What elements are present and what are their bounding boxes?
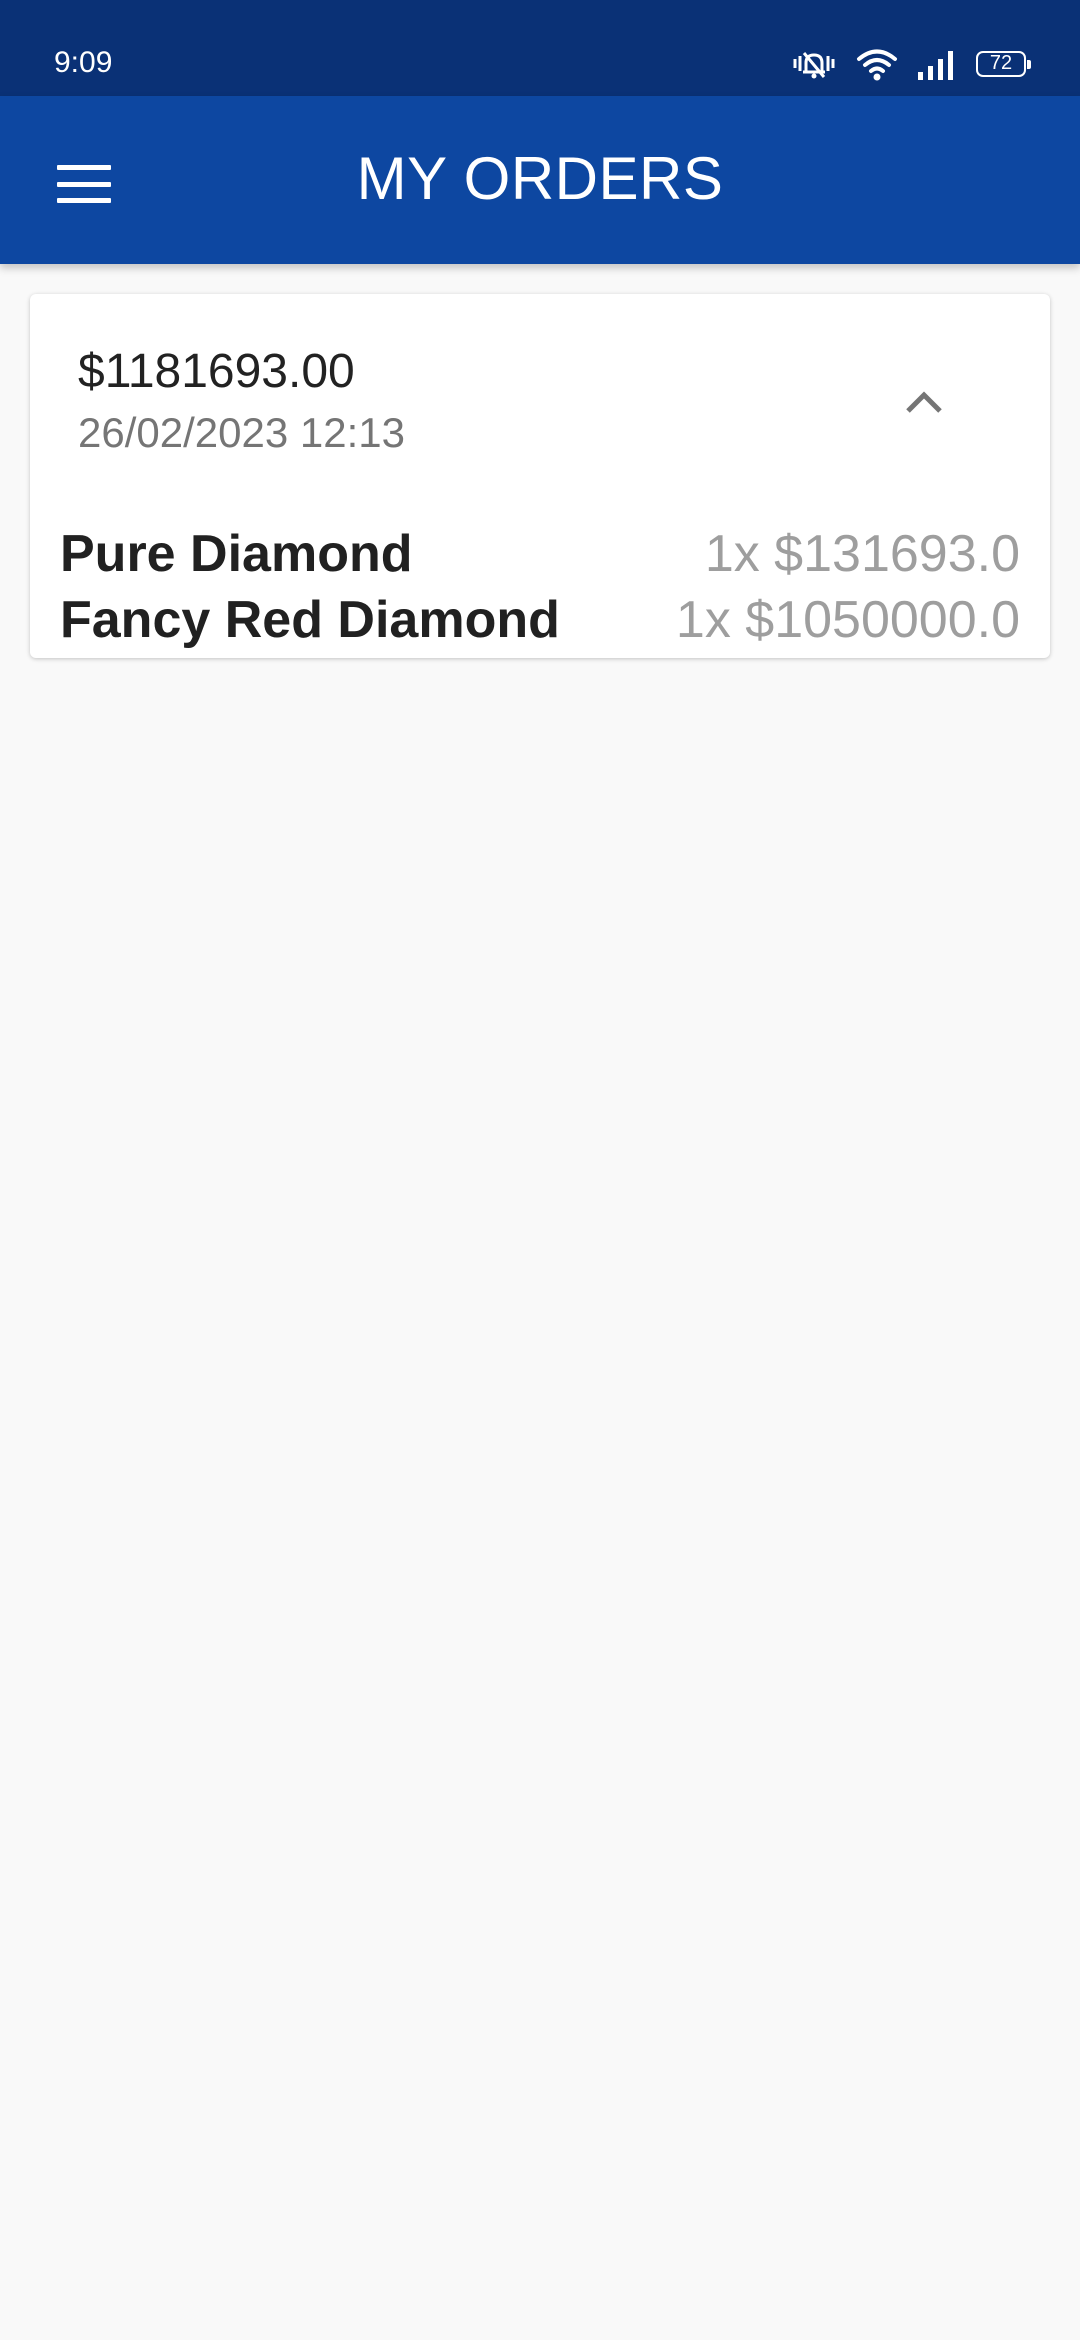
- order-date: 26/02/2023 12:13: [78, 409, 405, 456]
- status-icons: 72: [772, 44, 1031, 84]
- item-name: Pure Diamond: [60, 525, 413, 583]
- order-card[interactable]: $1181693.00 26/02/2023 12:13 Pure Diamon…: [30, 294, 1050, 658]
- list-item: Fancy Red Diamond 1x $1050000.0: [60, 590, 1020, 656]
- battery-icon: 72: [976, 51, 1031, 77]
- chevron-up-icon: [906, 391, 942, 413]
- item-name: Fancy Red Diamond: [60, 591, 560, 649]
- vibrate-mute-icon: [790, 48, 838, 80]
- battery-level: 72: [989, 52, 1013, 74]
- signal-icon: [916, 48, 958, 80]
- page-title: MY ORDERS: [356, 145, 724, 212]
- status-bar: 9:09 72: [0, 0, 1080, 96]
- app-bar: MY ORDERS: [0, 96, 1080, 264]
- wifi-icon: [856, 47, 898, 81]
- order-total: $1181693.00: [78, 345, 355, 398]
- order-items-list: Pure Diamond 1x $131693.0 Fancy Red Diam…: [60, 524, 1020, 656]
- list-item: Pure Diamond 1x $131693.0: [60, 524, 1020, 590]
- status-time: 9:09: [54, 46, 113, 79]
- item-qty-price: 1x $131693.0: [704, 525, 1020, 583]
- collapse-order-button[interactable]: [886, 364, 962, 440]
- item-qty-price: 1x $1050000.0: [675, 591, 1020, 649]
